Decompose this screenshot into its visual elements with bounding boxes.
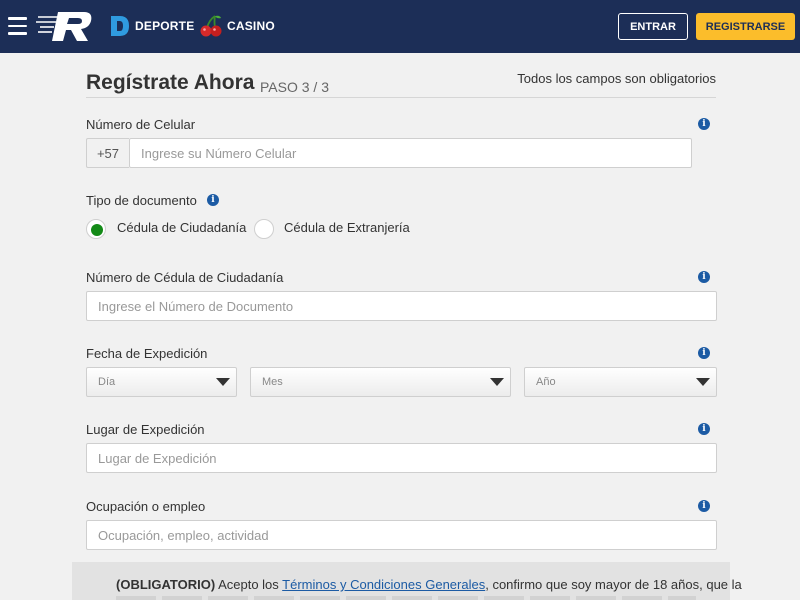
phone-country-code: +57 <box>86 138 129 168</box>
radio-cedula-ciudadania[interactable] <box>86 219 106 239</box>
nav-casino-label: CASINO <box>227 19 275 33</box>
terms-text-continuation <box>116 596 696 600</box>
month-select-value: Mes <box>262 376 283 388</box>
expedition-date-info-icon[interactable]: i <box>698 347 710 359</box>
step-indicator: PASO 3 / 3 <box>260 79 329 95</box>
expedition-date-label: Fecha de Expedición <box>86 346 208 361</box>
deporte-d-icon <box>111 16 129 36</box>
phone-input[interactable]: Ingrese su Número Celular <box>129 138 692 168</box>
nav-item-deporte[interactable]: DEPORTE <box>110 15 194 37</box>
phone-info-icon[interactable]: i <box>698 118 710 130</box>
year-select[interactable]: Año <box>524 367 717 397</box>
month-select[interactable]: Mes <box>250 367 511 397</box>
expedition-place-input[interactable]: Lugar de Expedición <box>86 443 717 473</box>
terms-link[interactable]: Términos y Condiciones Generales <box>282 577 485 592</box>
document-number-info-icon[interactable]: i <box>698 271 710 283</box>
nav-deporte-label: DEPORTE <box>135 19 195 33</box>
expedition-place-label: Lugar de Expedición <box>86 422 205 437</box>
radio-cedula-extranjeria[interactable] <box>254 219 274 239</box>
document-type-info-icon[interactable]: i <box>207 194 219 206</box>
expedition-place-info-icon[interactable]: i <box>698 423 710 435</box>
menu-icon[interactable] <box>8 17 27 35</box>
document-type-label: Tipo de documento <box>86 193 197 208</box>
day-select[interactable]: Día <box>86 367 237 397</box>
login-button[interactable]: ENTRAR <box>618 13 688 40</box>
radio-cedula-extranjeria-label[interactable]: Cédula de Extranjería <box>284 220 410 235</box>
register-button[interactable]: REGISTRARSE <box>696 13 795 40</box>
chevron-down-icon <box>696 378 710 386</box>
occupation-label: Ocupación o empleo <box>86 499 206 514</box>
title-divider <box>86 97 716 98</box>
nav-item-casino[interactable]: CASINO <box>200 14 275 38</box>
terms-text: (OBLIGATORIO) Acepto los Términos y Cond… <box>116 577 742 592</box>
chevron-down-icon <box>216 378 230 386</box>
phone-label: Número de Celular <box>86 117 196 132</box>
radio-cedula-ciudadania-label[interactable]: Cédula de Ciudadanía <box>117 220 246 235</box>
page-title: Regístrate Ahora <box>86 71 255 94</box>
top-navigation-bar: DEPORTE CASINO ENTRAR REGISTRARSE <box>0 0 800 53</box>
cherry-icon <box>200 15 222 37</box>
occupation-info-icon[interactable]: i <box>698 500 710 512</box>
document-number-input[interactable]: Ingrese el Número de Documento <box>86 291 717 321</box>
occupation-input[interactable]: Ocupación, empleo, actividad <box>86 520 717 550</box>
chevron-down-icon <box>490 378 504 386</box>
year-select-value: Año <box>536 376 556 388</box>
terms-text-before: Acepto los <box>215 577 283 592</box>
terms-text-after: , confirmo que soy mayor de 18 años, que… <box>485 577 742 592</box>
terms-panel: (OBLIGATORIO) Acepto los Términos y Cond… <box>72 562 742 600</box>
terms-required-tag: (OBLIGATORIO) <box>116 577 216 592</box>
required-fields-note: Todos los campos son obligatorios <box>517 71 716 86</box>
brand-logo[interactable] <box>36 9 94 43</box>
document-number-label: Número de Cédula de Ciudadanía <box>86 270 284 285</box>
day-select-value: Día <box>98 376 116 388</box>
